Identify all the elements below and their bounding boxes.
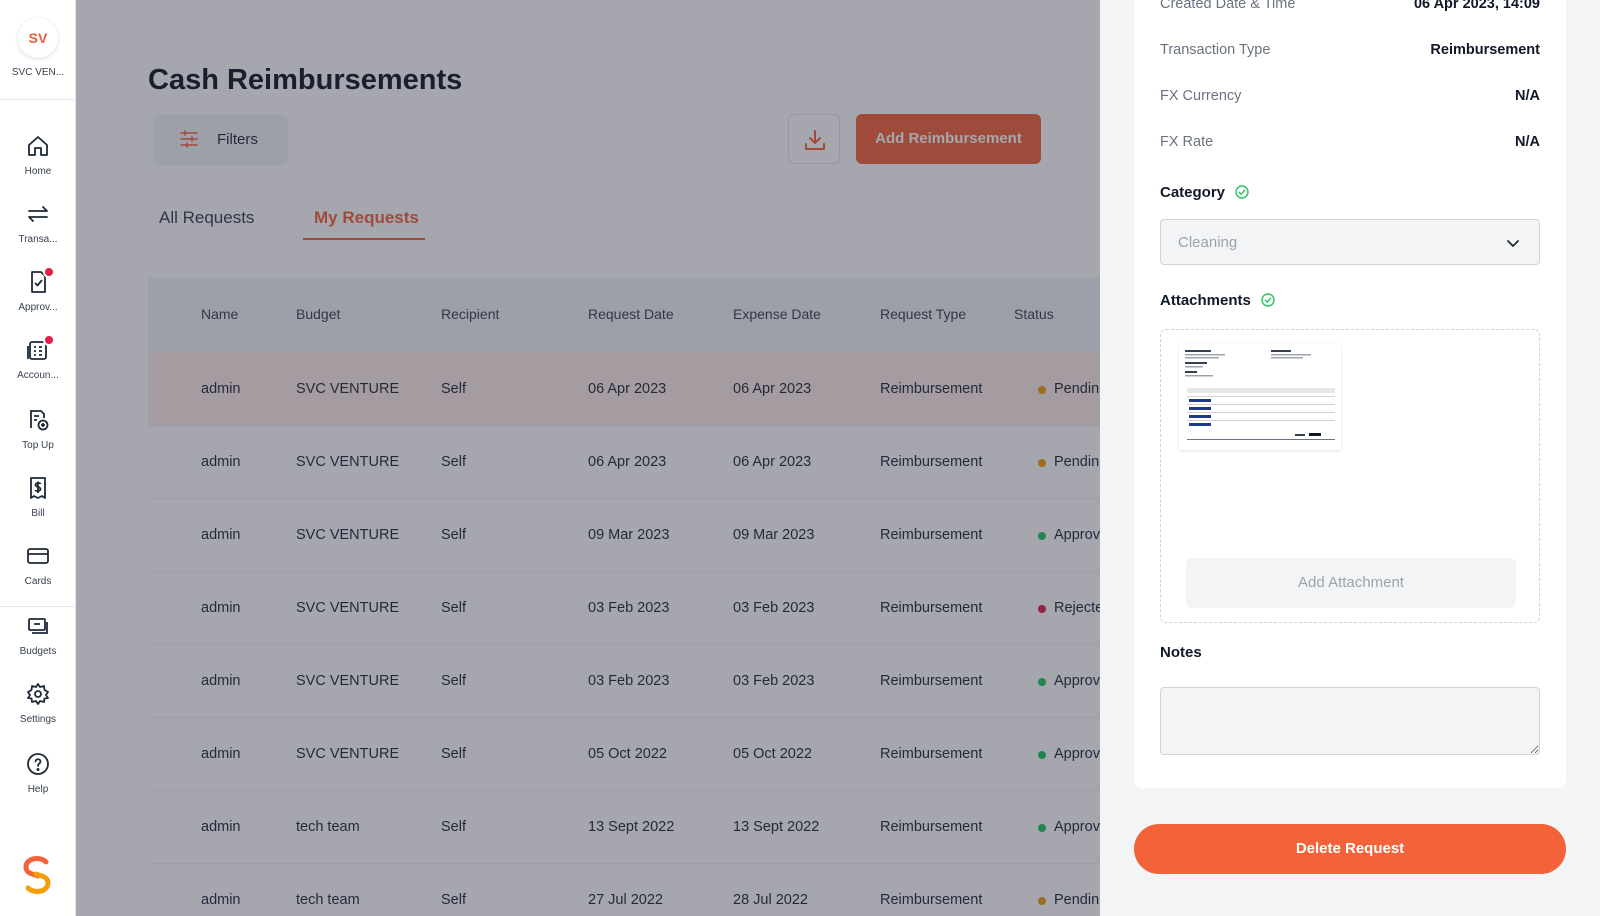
detail-value: N/A <box>1515 88 1540 104</box>
category-title: Category <box>1160 184 1226 201</box>
notes-title: Notes <box>1160 644 1202 661</box>
nav-label: Home <box>24 166 52 177</box>
org-switcher[interactable]: SV SVC VEN... <box>0 0 76 100</box>
transfer-icon <box>28 206 48 222</box>
notes-textarea[interactable] <box>1160 687 1540 755</box>
detail-label: Transaction Type <box>1160 42 1271 58</box>
gear-icon <box>27 683 49 705</box>
nav-label: Settings <box>19 714 57 725</box>
nav-item-bill[interactable]: Bill <box>0 472 76 530</box>
nav-label: Budgets <box>19 646 57 657</box>
category-select[interactable]: Cleaning <box>1160 219 1540 265</box>
detail-value: Reimbursement <box>1430 42 1540 58</box>
category-value: Cleaning <box>1178 234 1238 251</box>
top-up-icon <box>30 410 49 431</box>
nav-label: Accoun... <box>17 370 59 381</box>
nav-divider <box>0 606 76 607</box>
detail-label: FX Rate <box>1160 134 1214 150</box>
nav-item-settings[interactable]: Settings <box>0 678 76 736</box>
nav-item-cards[interactable]: Cards <box>0 540 76 598</box>
sidebar: SV SVC VEN... Home Transa... Approv... A… <box>0 0 76 916</box>
check-circle-icon <box>1261 293 1275 307</box>
category-section: Category <box>1160 184 1249 201</box>
bill-icon <box>30 477 46 499</box>
invoice-document-icon <box>1185 350 1335 440</box>
nav-label: Top Up <box>22 440 54 451</box>
nav-label: Approv... <box>18 302 58 313</box>
attachments-dropzone[interactable]: Add Attachment <box>1160 329 1540 623</box>
request-details-drawer: Created Date & Time 06 Apr 2023, 14:09 T… <box>1100 0 1600 916</box>
home-icon <box>28 136 48 156</box>
org-avatar[interactable]: SV <box>18 18 58 58</box>
detail-value: N/A <box>1515 134 1540 150</box>
budget-icon <box>28 618 48 634</box>
nav-label: Help <box>27 784 49 795</box>
nav-item-budgets[interactable]: Budgets <box>0 610 76 668</box>
nav-item-accounting[interactable]: Accoun... <box>0 334 76 392</box>
attachment-thumbnail[interactable] <box>1179 344 1341 450</box>
add-attachment-button[interactable]: Add Attachment <box>1186 558 1516 608</box>
attachments-title: Attachments <box>1160 292 1251 309</box>
nav-item-approvals[interactable]: Approv... <box>0 266 76 324</box>
nav-item-home[interactable]: Home <box>0 130 76 188</box>
details-card: Created Date & Time 06 Apr 2023, 14:09 T… <box>1134 0 1566 788</box>
org-name: SVC VEN... <box>11 67 65 78</box>
nav-item-top-up[interactable]: Top Up <box>0 404 76 462</box>
nav-label: Bill <box>31 508 45 519</box>
notification-dot <box>43 334 55 346</box>
check-circle-icon <box>1235 185 1249 199</box>
modal-backdrop[interactable] <box>76 0 1100 916</box>
notification-dot <box>43 266 55 278</box>
nav-item-help[interactable]: Help <box>0 748 76 806</box>
chevron-down-icon <box>1507 240 1519 247</box>
nav-label: Transa... <box>18 234 58 245</box>
nav-label: Cards <box>24 576 52 587</box>
detail-label: Created Date & Time <box>1160 0 1296 12</box>
detail-label: FX Currency <box>1160 88 1242 104</box>
nav-item-transactions[interactable]: Transa... <box>0 198 76 256</box>
brand-logo <box>23 856 51 894</box>
detail-value: 06 Apr 2023, 14:09 <box>1413 0 1540 12</box>
help-icon <box>27 753 49 775</box>
delete-request-button[interactable]: Delete Request <box>1134 824 1566 874</box>
card-icon <box>27 548 49 564</box>
attachments-section: Attachments <box>1160 292 1275 309</box>
